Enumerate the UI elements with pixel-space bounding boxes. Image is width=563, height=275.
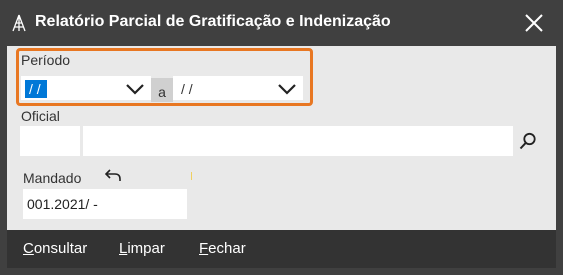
periodo-separator: a	[151, 78, 173, 102]
close-button[interactable]	[518, 8, 550, 38]
limpar-button[interactable]: Limpar	[119, 240, 165, 257]
app-logo-icon	[12, 14, 26, 32]
fechar-mnemonic: F	[199, 240, 209, 257]
oficial-label: Oficial	[21, 108, 60, 124]
consultar-button[interactable]: Consultar	[23, 240, 87, 257]
undo-arrow-icon[interactable]	[105, 168, 123, 182]
periodo-from-value: / /	[25, 80, 47, 98]
oficial-code-input[interactable]	[20, 126, 80, 156]
periodo-to-value: / /	[181, 81, 193, 97]
divider-mark	[191, 172, 192, 180]
consultar-label: onsultar	[33, 240, 88, 257]
title-bar: Relatório Parcial de Gratificação e Inde…	[0, 0, 563, 46]
periodo-from-select[interactable]: / /	[21, 76, 151, 100]
dialog-window: Relatório Parcial de Gratificação e Inde…	[0, 0, 563, 275]
fechar-label: echar	[208, 240, 246, 257]
consultar-mnemonic: C	[23, 240, 34, 257]
chevron-down-icon	[126, 84, 144, 95]
search-icon[interactable]	[519, 132, 537, 150]
oficial-name-input[interactable]	[83, 126, 513, 156]
periodo-to-select[interactable]: / /	[173, 76, 303, 100]
footer-toolbar: Consultar Limpar Fechar	[7, 230, 556, 268]
periodo-label: Período	[21, 52, 71, 68]
fechar-button[interactable]: Fechar	[199, 240, 246, 257]
chevron-down-icon	[278, 84, 296, 95]
mandado-input[interactable]: 001.2021/ -	[23, 189, 187, 219]
window-title: Relatório Parcial de Gratificação e Inde…	[35, 13, 391, 30]
limpar-label: impar	[127, 240, 165, 257]
mandado-label: Mandado	[23, 170, 82, 186]
form-area: Período / / a / / Oficial Mandado 001.20…	[7, 46, 556, 230]
close-icon	[525, 14, 543, 32]
